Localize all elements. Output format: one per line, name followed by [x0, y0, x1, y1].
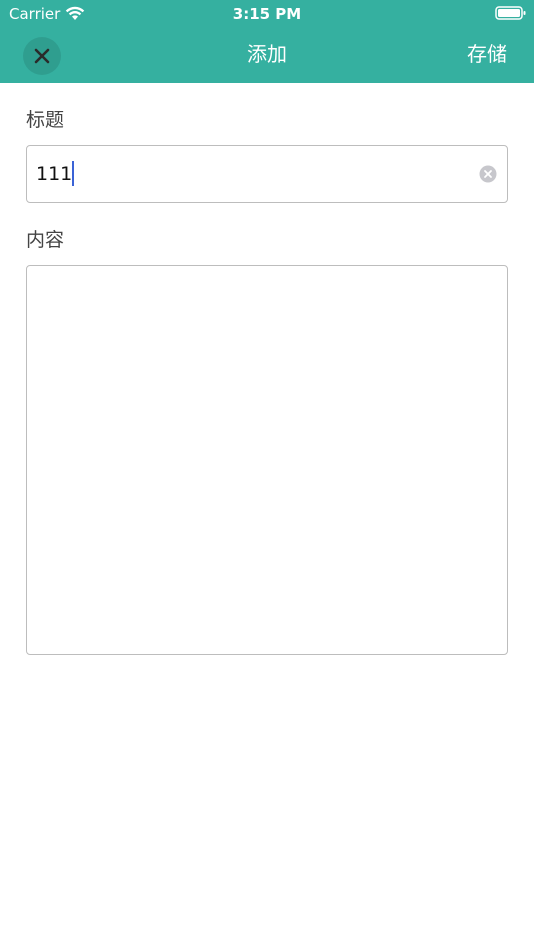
nav-bar: 添加 存储 — [0, 28, 534, 83]
text-caret — [72, 161, 75, 186]
app-header: Carrier 3:15 PM 添加 存储 — [0, 0, 534, 83]
title-input[interactable]: 111 — [26, 145, 508, 203]
page-title: 添加 — [247, 42, 287, 66]
title-label: 标题 — [26, 109, 65, 131]
status-bar: Carrier 3:15 PM — [0, 0, 534, 28]
content-label: 内容 — [26, 229, 65, 251]
title-input-value[interactable]: 111 — [36, 161, 75, 187]
content-textarea[interactable] — [26, 265, 508, 655]
save-button[interactable]: 存储 — [467, 40, 507, 68]
battery-icon — [495, 6, 526, 20]
status-time: 3:15 PM — [232, 5, 302, 23]
clear-icon[interactable] — [479, 165, 497, 183]
